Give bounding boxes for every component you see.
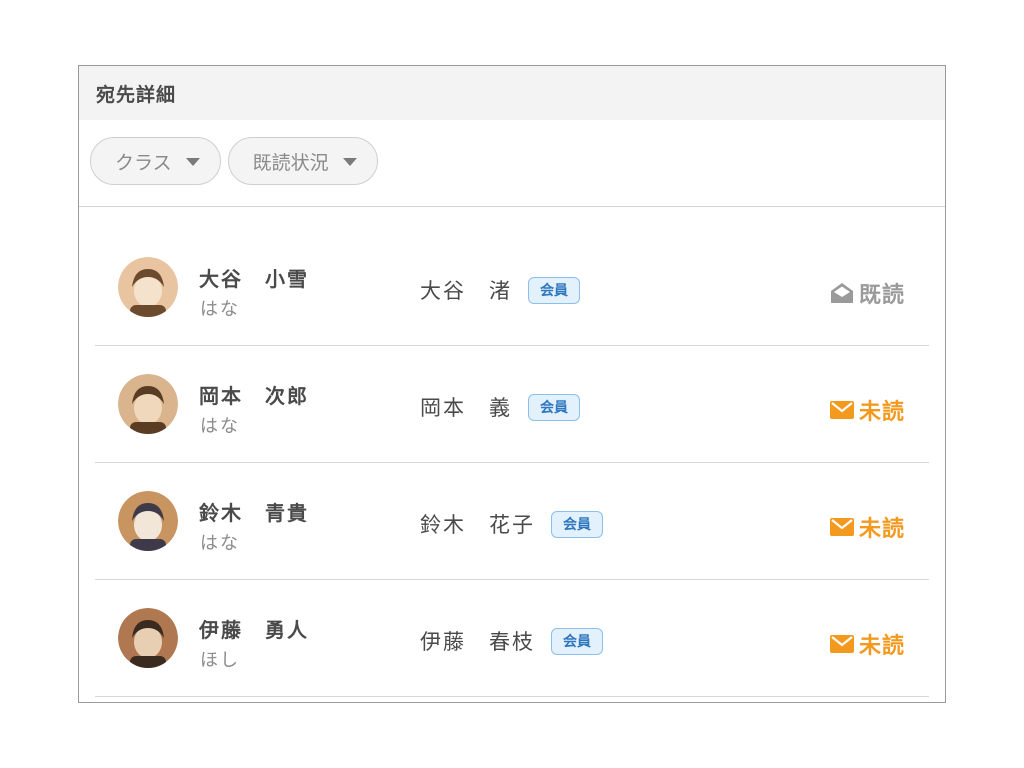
read-status-label: 既読 xyxy=(858,283,905,308)
student-name: 岡本 次郎 xyxy=(199,384,309,408)
student-class: はな xyxy=(200,533,240,554)
recipient-row[interactable]: 大谷 小雪 はな 大谷 渚 会員 既読 xyxy=(95,229,929,346)
guardian: 岡本 義 会員 xyxy=(420,392,580,422)
class-filter-dropdown[interactable]: クラス xyxy=(90,137,221,185)
recipient-list: 大谷 小雪 はな 大谷 渚 会員 既読 岡本 次郎 はな 岡本 義 会員 未読 xyxy=(79,207,945,697)
student-name: 大谷 小雪 xyxy=(199,267,309,291)
envelope-icon xyxy=(829,518,854,536)
recipient-row[interactable]: 岡本 次郎 はな 岡本 義 会員 未読 xyxy=(95,346,929,463)
read-status-filter-label: 既読状況 xyxy=(252,151,329,174)
avatar xyxy=(118,257,178,317)
guardian-name: 伊藤 春枝 xyxy=(420,630,535,654)
member-badge: 会員 xyxy=(551,627,603,655)
read-status-label: 未読 xyxy=(858,400,905,425)
panel-title: 宛先詳細 xyxy=(96,83,177,106)
guardian: 鈴木 花子 会員 xyxy=(420,509,603,539)
member-badge: 会員 xyxy=(528,393,580,421)
envelope-open-icon xyxy=(830,282,854,304)
read-status-label: 未読 xyxy=(858,517,905,542)
child-photo-icon xyxy=(118,491,178,551)
recipient-row[interactable]: 伊藤 勇人 ほし 伊藤 春枝 会員 未読 xyxy=(95,580,929,697)
envelope-icon xyxy=(829,401,854,419)
member-badge: 会員 xyxy=(551,510,603,538)
recipient-details-panel: 宛先詳細 クラス 既読状況 大谷 小雪 はな 大谷 渚 会員 既読 岡本 次郎 … xyxy=(78,65,946,703)
read-status-filter-dropdown[interactable]: 既読状況 xyxy=(227,137,378,185)
student-class: はな xyxy=(200,416,240,437)
read-status: 未読 xyxy=(829,628,905,660)
student-name: 伊藤 勇人 xyxy=(199,618,309,642)
child-photo-icon xyxy=(118,608,178,668)
student-class: はな xyxy=(200,299,240,320)
member-badge: 会員 xyxy=(528,276,580,304)
panel-header: 宛先詳細 xyxy=(79,66,945,120)
envelope-icon xyxy=(829,635,854,653)
guardian-name: 岡本 義 xyxy=(420,396,512,420)
filter-bar: クラス 既読状況 xyxy=(79,120,945,207)
student-name: 鈴木 青貴 xyxy=(199,501,309,525)
avatar xyxy=(118,608,178,668)
guardian-name: 大谷 渚 xyxy=(420,279,512,303)
read-status: 未読 xyxy=(829,511,905,543)
guardian: 伊藤 春枝 会員 xyxy=(420,626,603,656)
recipient-row[interactable]: 鈴木 青貴 はな 鈴木 花子 会員 未読 xyxy=(95,463,929,580)
class-filter-label: クラス xyxy=(115,151,172,174)
read-status: 未読 xyxy=(829,394,905,426)
chevron-down-icon xyxy=(342,158,357,166)
guardian: 大谷 渚 会員 xyxy=(420,275,580,305)
read-status-label: 未読 xyxy=(858,634,905,659)
avatar xyxy=(118,491,178,551)
child-photo-icon xyxy=(118,374,178,434)
read-status: 既読 xyxy=(830,277,905,309)
child-photo-icon xyxy=(118,257,178,317)
chevron-down-icon xyxy=(185,158,200,166)
guardian-name: 鈴木 花子 xyxy=(420,513,535,537)
student-class: ほし xyxy=(200,650,240,671)
avatar xyxy=(118,374,178,434)
